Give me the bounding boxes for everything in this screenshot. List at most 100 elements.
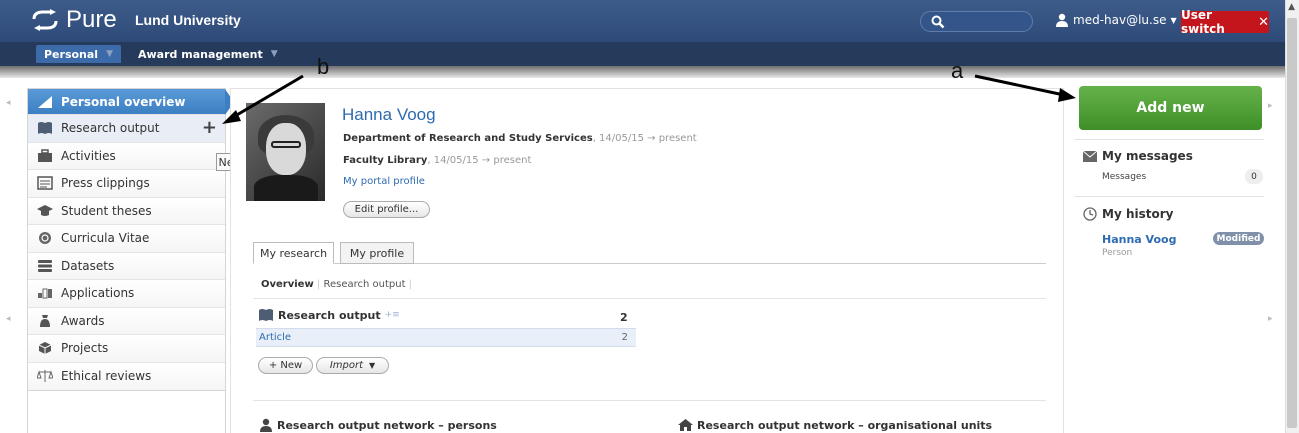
sidebar-item-label: Activities [61,148,116,163]
profile-photo [246,103,325,201]
sidebar-item-press-clippings[interactable]: Press clippings [28,170,225,198]
subnav-overview[interactable]: Overview [261,279,314,290]
sidebar-item-label: Research output [61,121,160,136]
user-switch-label: User switch [1181,8,1225,36]
pure-logo[interactable]: Pure [30,6,117,34]
add-research-output-plus-icon[interactable]: + [202,118,217,138]
edit-profile-button[interactable]: Edit profile... [343,201,430,218]
cv-icon [37,231,53,245]
messages-count-badge: 0 [1245,169,1263,184]
sidebar: Personal overview Research output + Acti… [27,88,234,391]
briefcase-icon [37,149,53,163]
user-email: med-hav@lu.se [1073,13,1167,27]
subnav-separator: | [316,279,321,290]
research-output-title: Research output [278,308,381,322]
sidebar-item-label: Applications [61,286,135,301]
network-units-title[interactable]: Research output network – organisational… [697,419,992,432]
sidebar-item-applications[interactable]: Applications [28,280,225,308]
photo-shirt [254,175,318,201]
tab-personal[interactable]: Personal ▼ [36,45,121,63]
right-divider [1074,196,1264,197]
sidebar-item-label: Awards [61,313,105,328]
sidebar-item-curricula-vitae[interactable]: Curricula Vitae [28,225,225,253]
section-divider [253,298,1046,299]
sidebar-item-personal-overview[interactable]: Personal overview [28,89,234,115]
network-units-heading: Research output network – organisational… [678,418,992,432]
page-scrollbar[interactable]: ▲ [1285,0,1299,433]
book-icon [259,309,273,321]
tab-my-research[interactable]: My research [253,242,334,264]
sidebar-item-label: Personal overview [61,94,186,109]
top-header: Pure Lund University med-hav@lu.se ▼ Use… [0,0,1299,42]
collapse-left-arrow-icon[interactable]: ◂ [6,314,11,324]
right-divider [1074,139,1264,140]
sidebar-item-research-output[interactable]: Research output + [28,115,225,143]
history-item-name[interactable]: Hanna Voog [1102,233,1176,246]
research-output-heading: Research output +≡ [258,308,400,322]
user-icon [1056,13,1068,27]
import-button[interactable]: Import ▼ [316,357,389,374]
sidebar-item-label: Projects [61,341,109,356]
subnav: Overview | Research output | [261,279,412,290]
collapse-left-arrow-icon[interactable]: ◂ [6,98,11,108]
row-label[interactable]: Article [259,332,291,343]
database-icon [37,259,53,273]
projects-icon [37,341,53,355]
affiliation-line: Department of Research and Study Service… [343,133,697,144]
chevron-down-icon: ▼ [1170,15,1177,25]
annotation-label-a: a [951,58,964,83]
table-row[interactable]: Article 2 [256,328,636,347]
profile-name[interactable]: Hanna Voog [342,105,436,125]
tab-award-management[interactable]: Award management ▼ [130,45,286,63]
research-output-options-icon[interactable]: +≡ [385,310,400,320]
main-nav: Personal ▼ Award management ▼ [0,42,1285,66]
tab-personal-label: Personal [44,47,99,61]
sidebar-item-awards[interactable]: Awards [28,307,225,335]
close-icon: ✕ [1258,14,1269,30]
import-label: Import [329,360,364,371]
sidebar-item-label: Ethical reviews [61,369,152,384]
sidebar-empty-area [27,390,226,433]
research-output-count: 2 [620,311,628,324]
affiliation-unit[interactable]: Faculty Library [343,155,427,166]
status-badge: Modified [1213,232,1264,245]
pure-logo-icon [32,9,58,31]
affiliation-date: , 14/05/15 → present [592,133,697,144]
clock-icon [1083,207,1097,221]
applications-icon [37,286,53,300]
tab-my-profile[interactable]: My profile [340,242,414,264]
history-title: My history [1102,207,1174,221]
scrollbar-thumb[interactable] [1287,18,1297,428]
user-menu[interactable]: med-hav@lu.se ▼ [1055,13,1177,27]
section-divider [253,400,1046,401]
sidebar-item-projects[interactable]: Projects [28,335,225,363]
search-icon [931,15,945,29]
expand-right-arrow-icon[interactable]: ▸ [1268,101,1273,111]
network-persons-title[interactable]: Research output network – persons [277,419,497,432]
photo-face [266,123,306,175]
portal-profile-link[interactable]: My portal profile [343,176,425,187]
affiliation-unit[interactable]: Department of Research and Study Service… [343,133,593,144]
sidebar-item-student-theses[interactable]: Student theses [28,197,225,225]
user-switch-button[interactable]: User switch ✕ [1181,8,1269,36]
sidebar-item-ethical-reviews[interactable]: Ethical reviews [28,362,225,390]
organisation-name: Lund University [135,12,241,28]
annotation-label-b: b [317,54,330,79]
right-panel [1068,78,1273,433]
sidebar-item-activities[interactable]: Activities [28,142,225,170]
scroll-up-arrow-icon[interactable]: ▲ [1288,2,1295,12]
add-new-button[interactable]: Add new [1079,86,1262,130]
personal-overview-icon [37,95,53,109]
sidebar-item-datasets[interactable]: Datasets [28,252,225,280]
expand-right-arrow-icon[interactable]: ▸ [1268,314,1273,324]
messages-label[interactable]: Messages [1102,172,1146,182]
search-input[interactable] [920,11,1033,32]
new-research-output-button[interactable]: + New [258,357,313,374]
chevron-down-icon[interactable]: ▼ [106,49,113,59]
subnav-separator: | [408,279,413,290]
subnav-research-output[interactable]: Research output [323,279,405,290]
sidebar-item-label: Curricula Vitae [61,231,150,246]
chevron-down-icon[interactable]: ▼ [271,49,278,59]
affiliation-date: , 14/05/15 → present [427,155,532,166]
sidebar-item-label: Student theses [61,203,152,218]
